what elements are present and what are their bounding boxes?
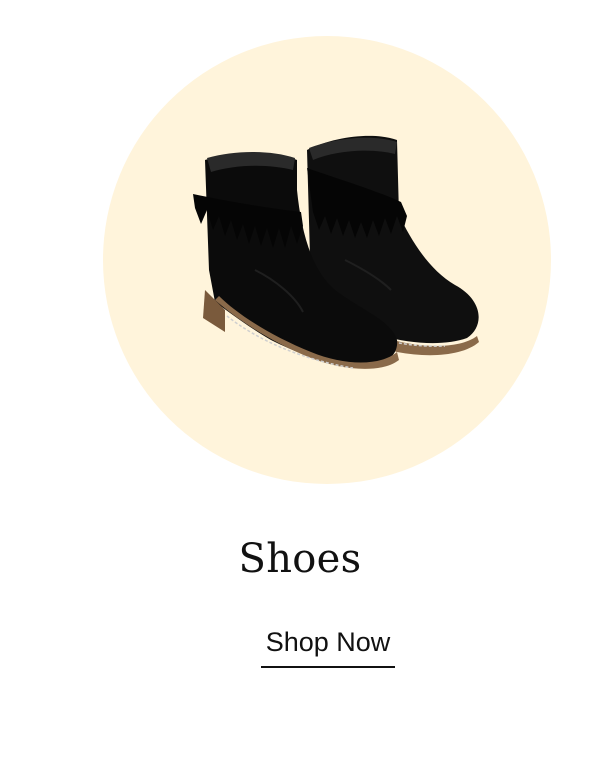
category-title: Shoes [238,536,362,582]
shop-now-link[interactable]: Shop Now [261,624,395,668]
shop-now-underline [261,666,395,668]
boots-product-image[interactable] [185,120,495,385]
shop-now-label: Shop Now [265,627,391,657]
category-card: Shoes Shop Now [0,0,600,778]
